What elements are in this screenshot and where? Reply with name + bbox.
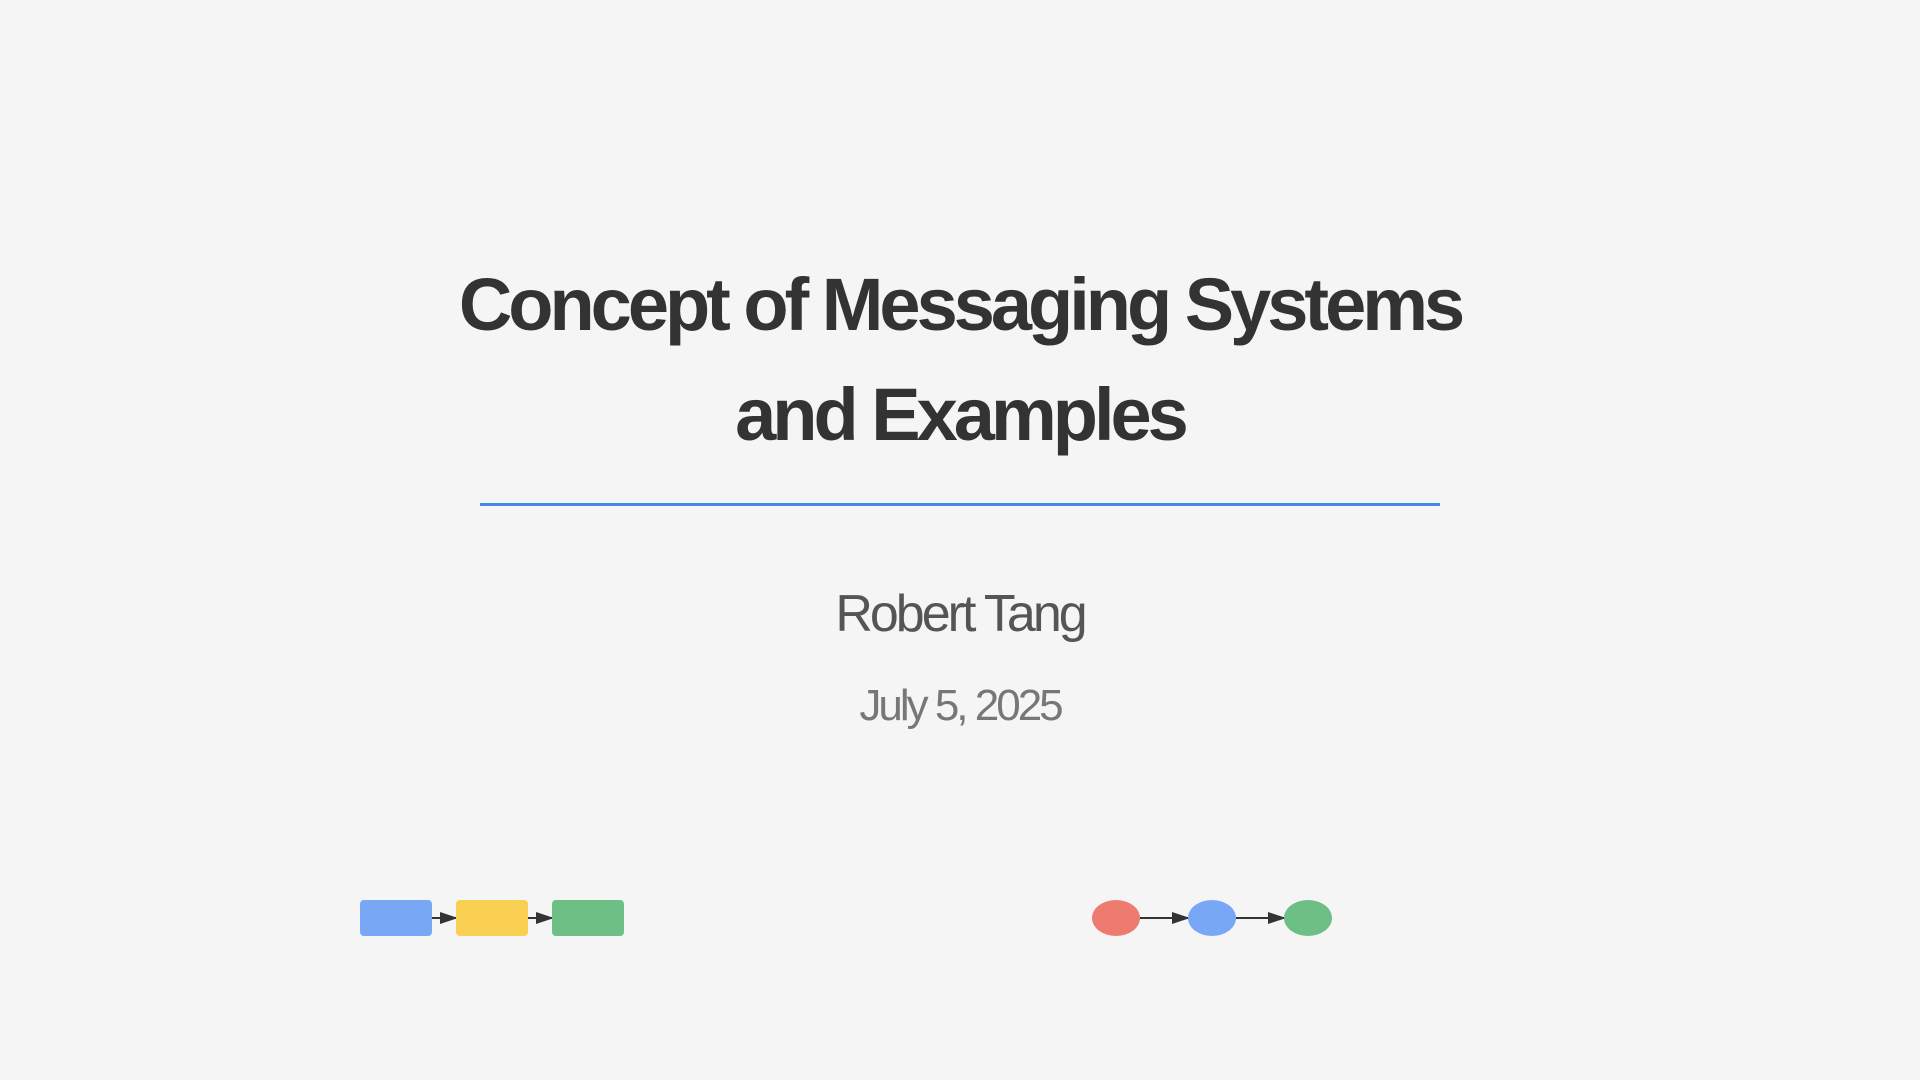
flow-node-green [1284, 900, 1332, 936]
flow-arrow [432, 912, 458, 924]
flow-node-blue [360, 900, 432, 936]
slide-title-line-2: and Examples [735, 373, 1189, 456]
flow-arrow [1236, 912, 1286, 924]
flow-node-blue [1188, 900, 1236, 936]
flow-node-yellow [456, 900, 528, 936]
flow-node-red [1092, 900, 1140, 936]
slide-title-line-1: Concept of Messaging Systems [458, 263, 1465, 346]
presentation-date: July 5, 2025 [859, 681, 1063, 730]
message-flow-diagram-left [356, 898, 628, 938]
title-divider [480, 503, 1440, 506]
flow-arrow [1140, 912, 1190, 924]
message-flow-diagram-right [1088, 898, 1338, 938]
flow-node-green [552, 900, 624, 936]
author-name: Robert Tang [835, 585, 1087, 643]
slide-title: Concept of Messaging Systems and Example… [0, 250, 1920, 470]
flow-arrow [528, 912, 554, 924]
